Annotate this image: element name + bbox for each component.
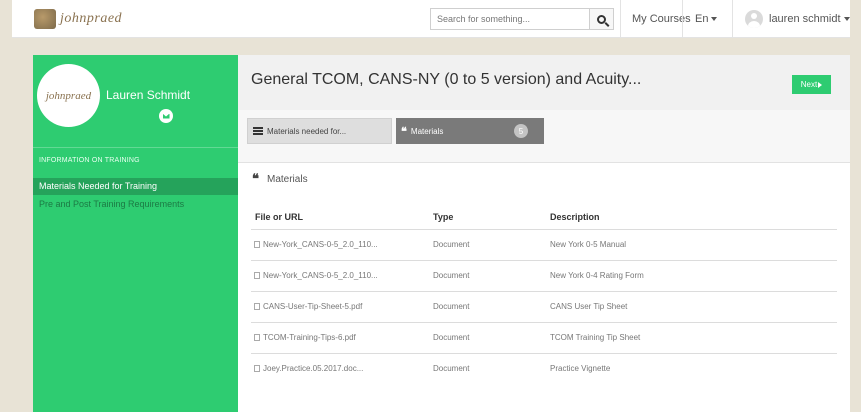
course-panel: johnpraed Lauren Schmidt INFORMATION ON …: [33, 55, 850, 412]
list-icon: [253, 127, 263, 135]
search-icon: [597, 14, 606, 24]
description-cell: New York 0-4 Rating Form: [550, 271, 644, 280]
profile-logo-text: johnpraed: [45, 89, 92, 102]
sidebar-heading: INFORMATION ON TRAINING: [39, 157, 140, 164]
file-link[interactable]: TCOM-Training-Tips-6.pdf: [254, 333, 356, 342]
search-input[interactable]: Search for something...: [430, 8, 590, 30]
description-cell: New York 0-5 Manual: [550, 240, 627, 249]
language-dropdown[interactable]: En: [695, 13, 718, 25]
section-title: Materials: [267, 174, 308, 185]
sidebar-item-pre-post-requirements[interactable]: Pre and Post Training Requirements: [33, 196, 238, 213]
sidebar-divider: [33, 147, 238, 148]
type-cell: Document: [433, 364, 470, 373]
search-button[interactable]: [590, 8, 614, 30]
table-row: New-York_CANS-0-5_2.0_110... Document Ne…: [251, 229, 837, 260]
type-cell: Document: [433, 240, 470, 249]
file-icon: [254, 241, 260, 248]
description-cell: Practice Vignette: [550, 364, 611, 373]
count-badge: 5: [514, 124, 528, 138]
description-cell: CANS User Tip Sheet: [550, 302, 628, 311]
column-header-type: Type: [433, 212, 454, 222]
file-name: CANS-User-Tip-Sheet-5.pdf: [263, 302, 363, 311]
language-label: En: [695, 13, 709, 25]
section-heading: ❝ Materials: [252, 173, 308, 186]
file-name: Joey.Practice.05.2017.doc...: [263, 364, 364, 373]
main-content: General TCOM, CANS-NY (0 to 5 version) a…: [238, 55, 850, 412]
file-icon: [254, 334, 260, 341]
file-link[interactable]: New-York_CANS-0-5_2.0_110...: [254, 271, 378, 280]
table-row: CANS-User-Tip-Sheet-5.pdf Document CANS …: [251, 291, 837, 322]
play-icon: [818, 81, 823, 88]
tab-label: Materials needed for...: [267, 126, 347, 136]
logo-text: johnpraed: [60, 11, 123, 26]
mail-icon[interactable]: [159, 109, 173, 123]
chevron-down-icon: [843, 17, 850, 22]
sidebar-item-materials-needed[interactable]: Materials Needed for Training: [33, 178, 238, 195]
tab-label: Materials: [410, 126, 444, 136]
next-button[interactable]: Next: [792, 75, 831, 94]
chevron-down-icon: [711, 17, 718, 22]
avatar[interactable]: [745, 10, 763, 28]
type-cell: Document: [433, 302, 470, 311]
quote-icon: ❝: [252, 172, 259, 187]
user-name: lauren schmidt: [769, 13, 841, 25]
tab-materials[interactable]: ❝ Materials 5: [396, 118, 544, 144]
file-link[interactable]: New-York_CANS-0-5_2.0_110...: [254, 240, 378, 249]
nav-divider: [732, 0, 733, 38]
file-link[interactable]: Joey.Practice.05.2017.doc...: [254, 364, 363, 373]
table-row: New-York_CANS-0-5_2.0_110... Document Ne…: [251, 260, 837, 291]
top-navbar: johnpraed Search for something... My Cou…: [12, 0, 850, 38]
nav-divider: [620, 0, 621, 38]
nav-divider: [682, 0, 683, 38]
next-label: Next: [800, 80, 818, 89]
quote-icon: ❝: [401, 124, 407, 138]
profile-name: Lauren Schmidt: [106, 88, 191, 102]
file-name: New-York_CANS-0-5_2.0_110...: [263, 240, 378, 249]
column-header-description: Description: [550, 212, 600, 222]
file-name: TCOM-Training-Tips-6.pdf: [263, 333, 356, 342]
file-link[interactable]: CANS-User-Tip-Sheet-5.pdf: [254, 302, 362, 311]
sidebar: johnpraed Lauren Schmidt INFORMATION ON …: [33, 55, 238, 412]
type-cell: Document: [433, 271, 470, 280]
brand-logo[interactable]: johnpraed: [34, 7, 140, 31]
file-icon: [254, 365, 260, 372]
description-cell: TCOM Training Tip Sheet: [550, 333, 641, 342]
logo-emblem-icon: [34, 9, 56, 29]
tab-strip: Materials needed for... ❝ Materials 5: [238, 110, 850, 163]
page-title: General TCOM, CANS-NY (0 to 5 version) a…: [251, 71, 642, 88]
table-row: Joey.Practice.05.2017.doc... Document Pr…: [251, 353, 837, 384]
file-icon: [254, 272, 260, 279]
profile-avatar: johnpraed: [37, 64, 100, 127]
table-row: TCOM-Training-Tips-6.pdf Document TCOM T…: [251, 322, 837, 353]
title-bar: General TCOM, CANS-NY (0 to 5 version) a…: [238, 55, 850, 110]
tab-materials-needed[interactable]: Materials needed for...: [247, 118, 392, 144]
file-icon: [254, 303, 260, 310]
column-header-file: File or URL: [255, 212, 304, 222]
file-name: New-York_CANS-0-5_2.0_110...: [263, 271, 378, 280]
user-menu[interactable]: lauren schmidt: [769, 13, 850, 25]
type-cell: Document: [433, 333, 470, 342]
